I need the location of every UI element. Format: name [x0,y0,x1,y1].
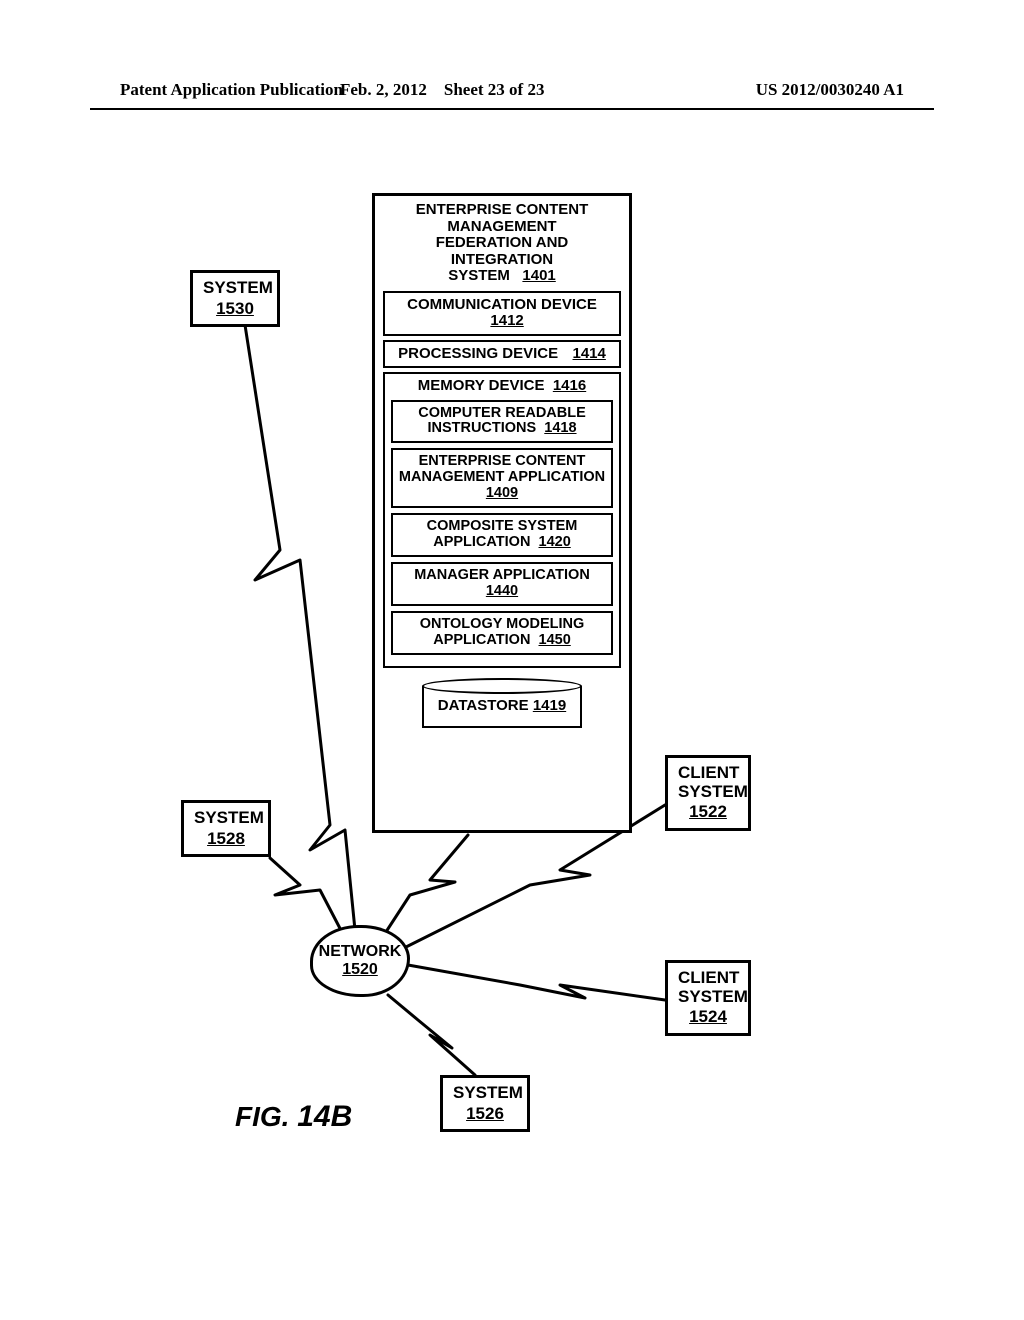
sys1526-label: SYSTEM [453,1083,523,1102]
header-sheet: Sheet 23 of 23 [444,80,545,99]
app-l1: ENTERPRISE CONTENT [396,454,608,470]
ontology-app-box: ONTOLOGY MODELING APPLICATION 1450 [391,611,613,655]
header-middle: Feb. 2, 2012 Sheet 23 of 23 [340,80,544,100]
header-left: Patent Application Publication [120,80,343,100]
c1524-l1: CLIENT [678,969,738,988]
cri-ref: 1418 [544,420,576,436]
proc-ref: 1414 [573,345,606,362]
sys1526-ref: 1526 [453,1105,517,1124]
client-1524-box: CLIENT SYSTEM 1524 [665,960,751,1036]
datastore-cylinder: DATASTORE 1419 [422,678,582,736]
sys1530-label: SYSTEM [203,278,273,297]
ecm-title: ENTERPRISE CONTENT MANAGEMENT FEDERATION… [383,202,621,285]
network-ref: 1520 [342,961,378,979]
ds-ref: 1419 [533,698,566,715]
ont-l2: APPLICATION [433,632,530,648]
comp-l1: COMPOSITE SYSTEM [396,519,608,535]
header-date: Feb. 2, 2012 [340,80,427,99]
composite-app-box: COMPOSITE SYSTEM APPLICATION 1420 [391,513,613,557]
mgr-l1: MANAGER APPLICATION [396,568,608,584]
app-l2: MANAGEMENT APPLICATION [396,470,608,486]
fig-prefix: FIG. [235,1101,289,1132]
comp-l2: APPLICATION [433,534,530,550]
sys1528-ref: 1528 [194,830,258,849]
network-label: NETWORK [319,943,402,961]
system-1526-box: SYSTEM 1526 [440,1075,530,1132]
memory-device-box: MEMORY DEVICE 1416 COMPUTER READABLE INS… [383,372,621,668]
c1524-l2: SYSTEM [678,988,738,1007]
ecm-title-l1: ENTERPRISE CONTENT MANAGEMENT [383,202,621,235]
comm-ref: 1412 [490,312,523,329]
client-1522-box: CLIENT SYSTEM 1522 [665,755,751,831]
ecm-app-box: ENTERPRISE CONTENT MANAGEMENT APPLICATIO… [391,448,613,508]
c1522-l2: SYSTEM [678,783,738,802]
cri-l2: INSTRUCTIONS [427,420,536,436]
sys1528-label: SYSTEM [194,808,264,827]
comp-ref: 1420 [539,534,571,550]
ont-ref: 1450 [539,632,571,648]
ecm-title-l3: SYSTEM [448,267,510,284]
cri-box: COMPUTER READABLE INSTRUCTIONS 1418 [391,400,613,444]
proc-label: PROCESSING DEVICE [398,345,558,362]
manager-app-box: MANAGER APPLICATION 1440 [391,562,613,606]
app-ref: 1409 [486,485,518,501]
mgr-ref: 1440 [486,583,518,599]
c1522-ref: 1522 [678,803,738,822]
sys1530-ref: 1530 [203,300,267,319]
ecm-title-l2: FEDERATION AND INTEGRATION [383,235,621,268]
mem-ref: 1416 [553,377,586,394]
ds-label: DATASTORE [438,698,529,715]
system-1530-box: SYSTEM 1530 [190,270,280,327]
ecm-system-box: ENTERPRISE CONTENT MANAGEMENT FEDERATION… [372,193,632,833]
processing-device-box: PROCESSING DEVICE 1414 [383,340,621,369]
header-rule [90,108,934,110]
c1524-ref: 1524 [678,1008,738,1027]
cri-l1: COMPUTER READABLE [396,406,608,422]
header-right: US 2012/0030240 A1 [756,80,904,100]
communication-device-box: COMMUNICATION DEVICE 1412 [383,291,621,336]
c1522-l1: CLIENT [678,764,738,783]
figure-label: FIG. 14B [235,1100,352,1134]
network-cloud: NETWORK 1520 [310,925,410,997]
ont-l1: ONTOLOGY MODELING [396,617,608,633]
mem-label: MEMORY DEVICE [418,377,545,394]
system-1528-box: SYSTEM 1528 [181,800,271,857]
ecm-ref: 1401 [522,267,555,284]
comm-label: COMMUNICATION DEVICE [407,296,597,313]
fig-num: 14B [297,1100,352,1133]
